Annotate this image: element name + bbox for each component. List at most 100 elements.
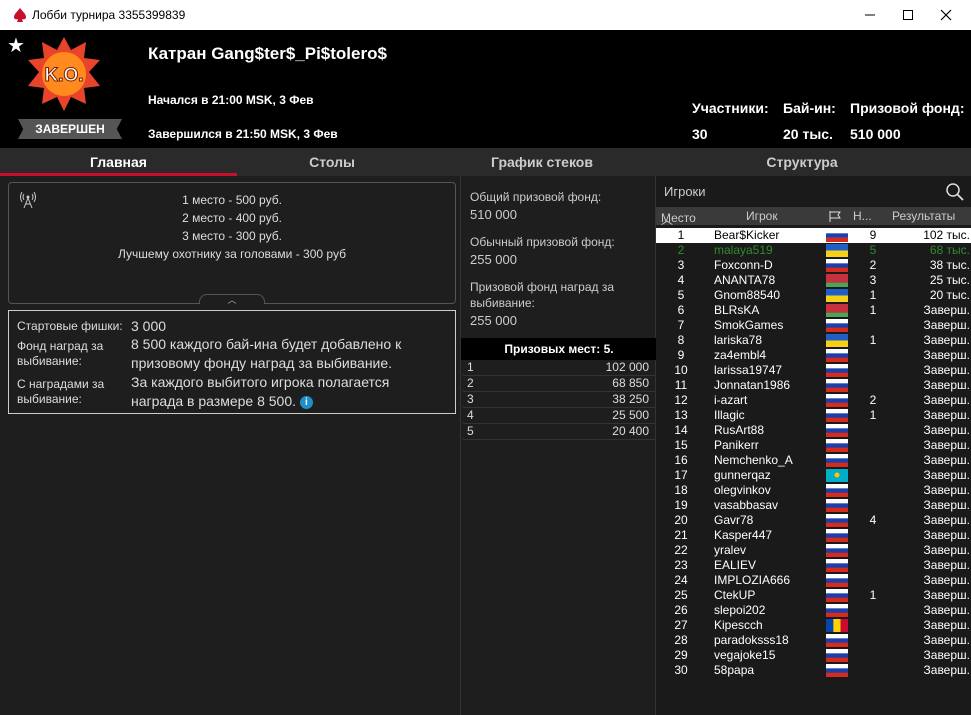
player-place: 4 — [677, 273, 685, 287]
player-row[interactable]: 30 58papa Заверш. — [656, 663, 971, 678]
player-knockouts: 1 — [869, 288, 877, 302]
players-search[interactable]: Игроки — [656, 182, 971, 206]
player-row[interactable]: 26 slepoi202 Заверш. — [656, 603, 971, 618]
player-result: Заверш. — [923, 498, 970, 512]
player-name: Gnom88540 — [714, 288, 781, 302]
player-row[interactable]: 21 Kasper447 Заверш. — [656, 528, 971, 543]
player-result: Заверш. — [923, 648, 970, 662]
player-result: 20 тыс. — [929, 288, 970, 302]
player-row[interactable]: 19 vasabbasav Заверш. — [656, 498, 971, 513]
player-row[interactable]: 14 RusArt88 Заверш. — [656, 423, 971, 438]
player-place: 12 — [674, 393, 688, 407]
player-row[interactable]: 23 EALIEV Заверш. — [656, 558, 971, 573]
player-row[interactable]: 6 BLRsKA 1 Заверш. — [656, 303, 971, 318]
player-row[interactable]: 22 yralev Заверш. — [656, 543, 971, 558]
player-row[interactable]: 13 Illagic 1 Заверш. — [656, 408, 971, 423]
player-row[interactable]: 1 Bear$Kicker 9 102 тыс. — [656, 228, 971, 243]
minimize-button[interactable] — [851, 0, 889, 30]
total-pool-label: Общий призовой фонд: — [470, 190, 602, 204]
bounty-pool-label: Призовой фонд наград за выбивание: — [470, 280, 615, 310]
country-flag-icon — [826, 349, 848, 362]
player-row[interactable]: 2 malaya519 5 68 тыс. — [656, 243, 971, 258]
player-result: 38 тыс. — [929, 258, 970, 272]
col-player[interactable]: Игрок — [746, 209, 778, 223]
prizepool-label: Призовой фонд: — [850, 100, 965, 116]
players-table-header: Место ︿ Игрок Н... Результаты — [656, 207, 971, 227]
player-knockouts: 3 — [869, 273, 877, 287]
player-knockouts: 2 — [869, 393, 877, 407]
player-row[interactable]: 29 vegajoke15 Заверш. — [656, 648, 971, 663]
close-button[interactable] — [927, 0, 965, 30]
sort-up-icon: ︿ — [661, 213, 674, 227]
country-flag-icon — [826, 274, 848, 287]
player-row[interactable]: 20 Gavr78 4 Заверш. — [656, 513, 971, 528]
tab-structure[interactable]: Структура — [657, 148, 947, 176]
player-result: Заверш. — [923, 573, 970, 587]
tab-main[interactable]: Главная — [0, 148, 237, 176]
prize-line: 2 место - 400 руб. — [182, 211, 282, 225]
prizepool-panel: Общий призовой фонд: 510 000 Обычный при… — [460, 176, 657, 715]
player-row[interactable]: 18 olegvinkov Заверш. — [656, 483, 971, 498]
player-place: 27 — [674, 618, 688, 632]
minimize-icon — [865, 14, 875, 16]
player-place: 15 — [674, 438, 688, 452]
total-pool-value: 510 000 — [470, 207, 517, 222]
player-result: Заверш. — [923, 378, 970, 392]
logo-text: K.O. — [44, 65, 83, 86]
player-row[interactable]: 11 Jonnatan1986 Заверш. — [656, 378, 971, 393]
player-knockouts: 1 — [869, 333, 877, 347]
player-knockouts: 5 — [869, 243, 877, 257]
tournament-info-box: Стартовые фишки: 3 000 Фонд наград за вы… — [8, 310, 456, 414]
entrants-value: 30 — [692, 126, 708, 142]
country-flag-icon — [826, 379, 848, 392]
player-row[interactable]: 28 paradoksss18 Заверш. — [656, 633, 971, 648]
player-name: Panikerr — [714, 438, 759, 452]
col-knockouts[interactable]: Н... — [853, 209, 872, 223]
player-row[interactable]: 4 ANANTA78 3 25 тыс. — [656, 273, 971, 288]
player-row[interactable]: 27 Kipescch Заверш. — [656, 618, 971, 633]
player-place: 21 — [674, 528, 688, 542]
player-row[interactable]: 17 gunnerqaz Заверш. — [656, 468, 971, 483]
player-result: Заверш. — [923, 633, 970, 647]
player-result: Заверш. — [923, 558, 970, 572]
chips-value: 3 000 — [131, 318, 167, 334]
player-row[interactable]: 15 Panikerr Заверш. — [656, 438, 971, 453]
player-row[interactable]: 10 larissa19747 Заверш. — [656, 363, 971, 378]
search-icon[interactable] — [945, 182, 965, 202]
player-name: SmokGames — [714, 318, 784, 332]
player-knockouts: 1 — [869, 588, 877, 602]
player-knockouts: 2 — [869, 258, 877, 272]
paid-row: 2 68 850 — [463, 376, 655, 392]
player-row[interactable]: 25 CtekUP 1 Заверш. — [656, 588, 971, 603]
tab-stack-chart[interactable]: График стеков — [427, 148, 657, 176]
tab-tables[interactable]: Столы — [237, 148, 427, 176]
country-flag-icon — [826, 409, 848, 422]
search-input[interactable]: Игроки — [664, 184, 706, 199]
maximize-button[interactable] — [889, 0, 927, 30]
flag-column-icon[interactable] — [828, 210, 842, 223]
player-result: Заверш. — [923, 423, 970, 437]
close-icon — [940, 9, 952, 21]
country-flag-icon — [826, 619, 848, 632]
player-name: BLRsKA — [714, 303, 760, 317]
player-row[interactable]: 24 IMPLOZIA666 Заверш. — [656, 573, 971, 588]
player-row[interactable]: 12 i-azart 2 Заверш. — [656, 393, 971, 408]
player-place: 9 — [677, 348, 685, 362]
player-row[interactable]: 8 lariska78 1 Заверш. — [656, 333, 971, 348]
player-name: Illagic — [714, 408, 745, 422]
collapse-button[interactable]: ︿ — [199, 294, 265, 305]
player-row[interactable]: 7 SmokGames Заверш. — [656, 318, 971, 333]
col-results[interactable]: Результаты — [892, 209, 955, 223]
info-icon[interactable]: i — [299, 395, 313, 409]
chevron-up-icon: ︿ — [227, 295, 237, 305]
player-row[interactable]: 3 Foxconn-D 2 38 тыс. — [656, 258, 971, 273]
player-row[interactable]: 5 Gnom88540 1 20 тыс. — [656, 288, 971, 303]
paid-row: 3 38 250 — [463, 392, 655, 408]
player-row[interactable]: 9 za4embl4 Заверш. — [656, 348, 971, 363]
maximize-icon — [903, 10, 913, 20]
player-result: Заверш. — [923, 393, 970, 407]
player-row[interactable]: 16 Nemchenko_A Заверш. — [656, 453, 971, 468]
player-name: vasabbasav — [714, 498, 779, 512]
bounty-pool-label: Фонд наград за выбивание: — [17, 339, 104, 368]
favorite-star-icon[interactable]: ★ — [7, 33, 25, 58]
